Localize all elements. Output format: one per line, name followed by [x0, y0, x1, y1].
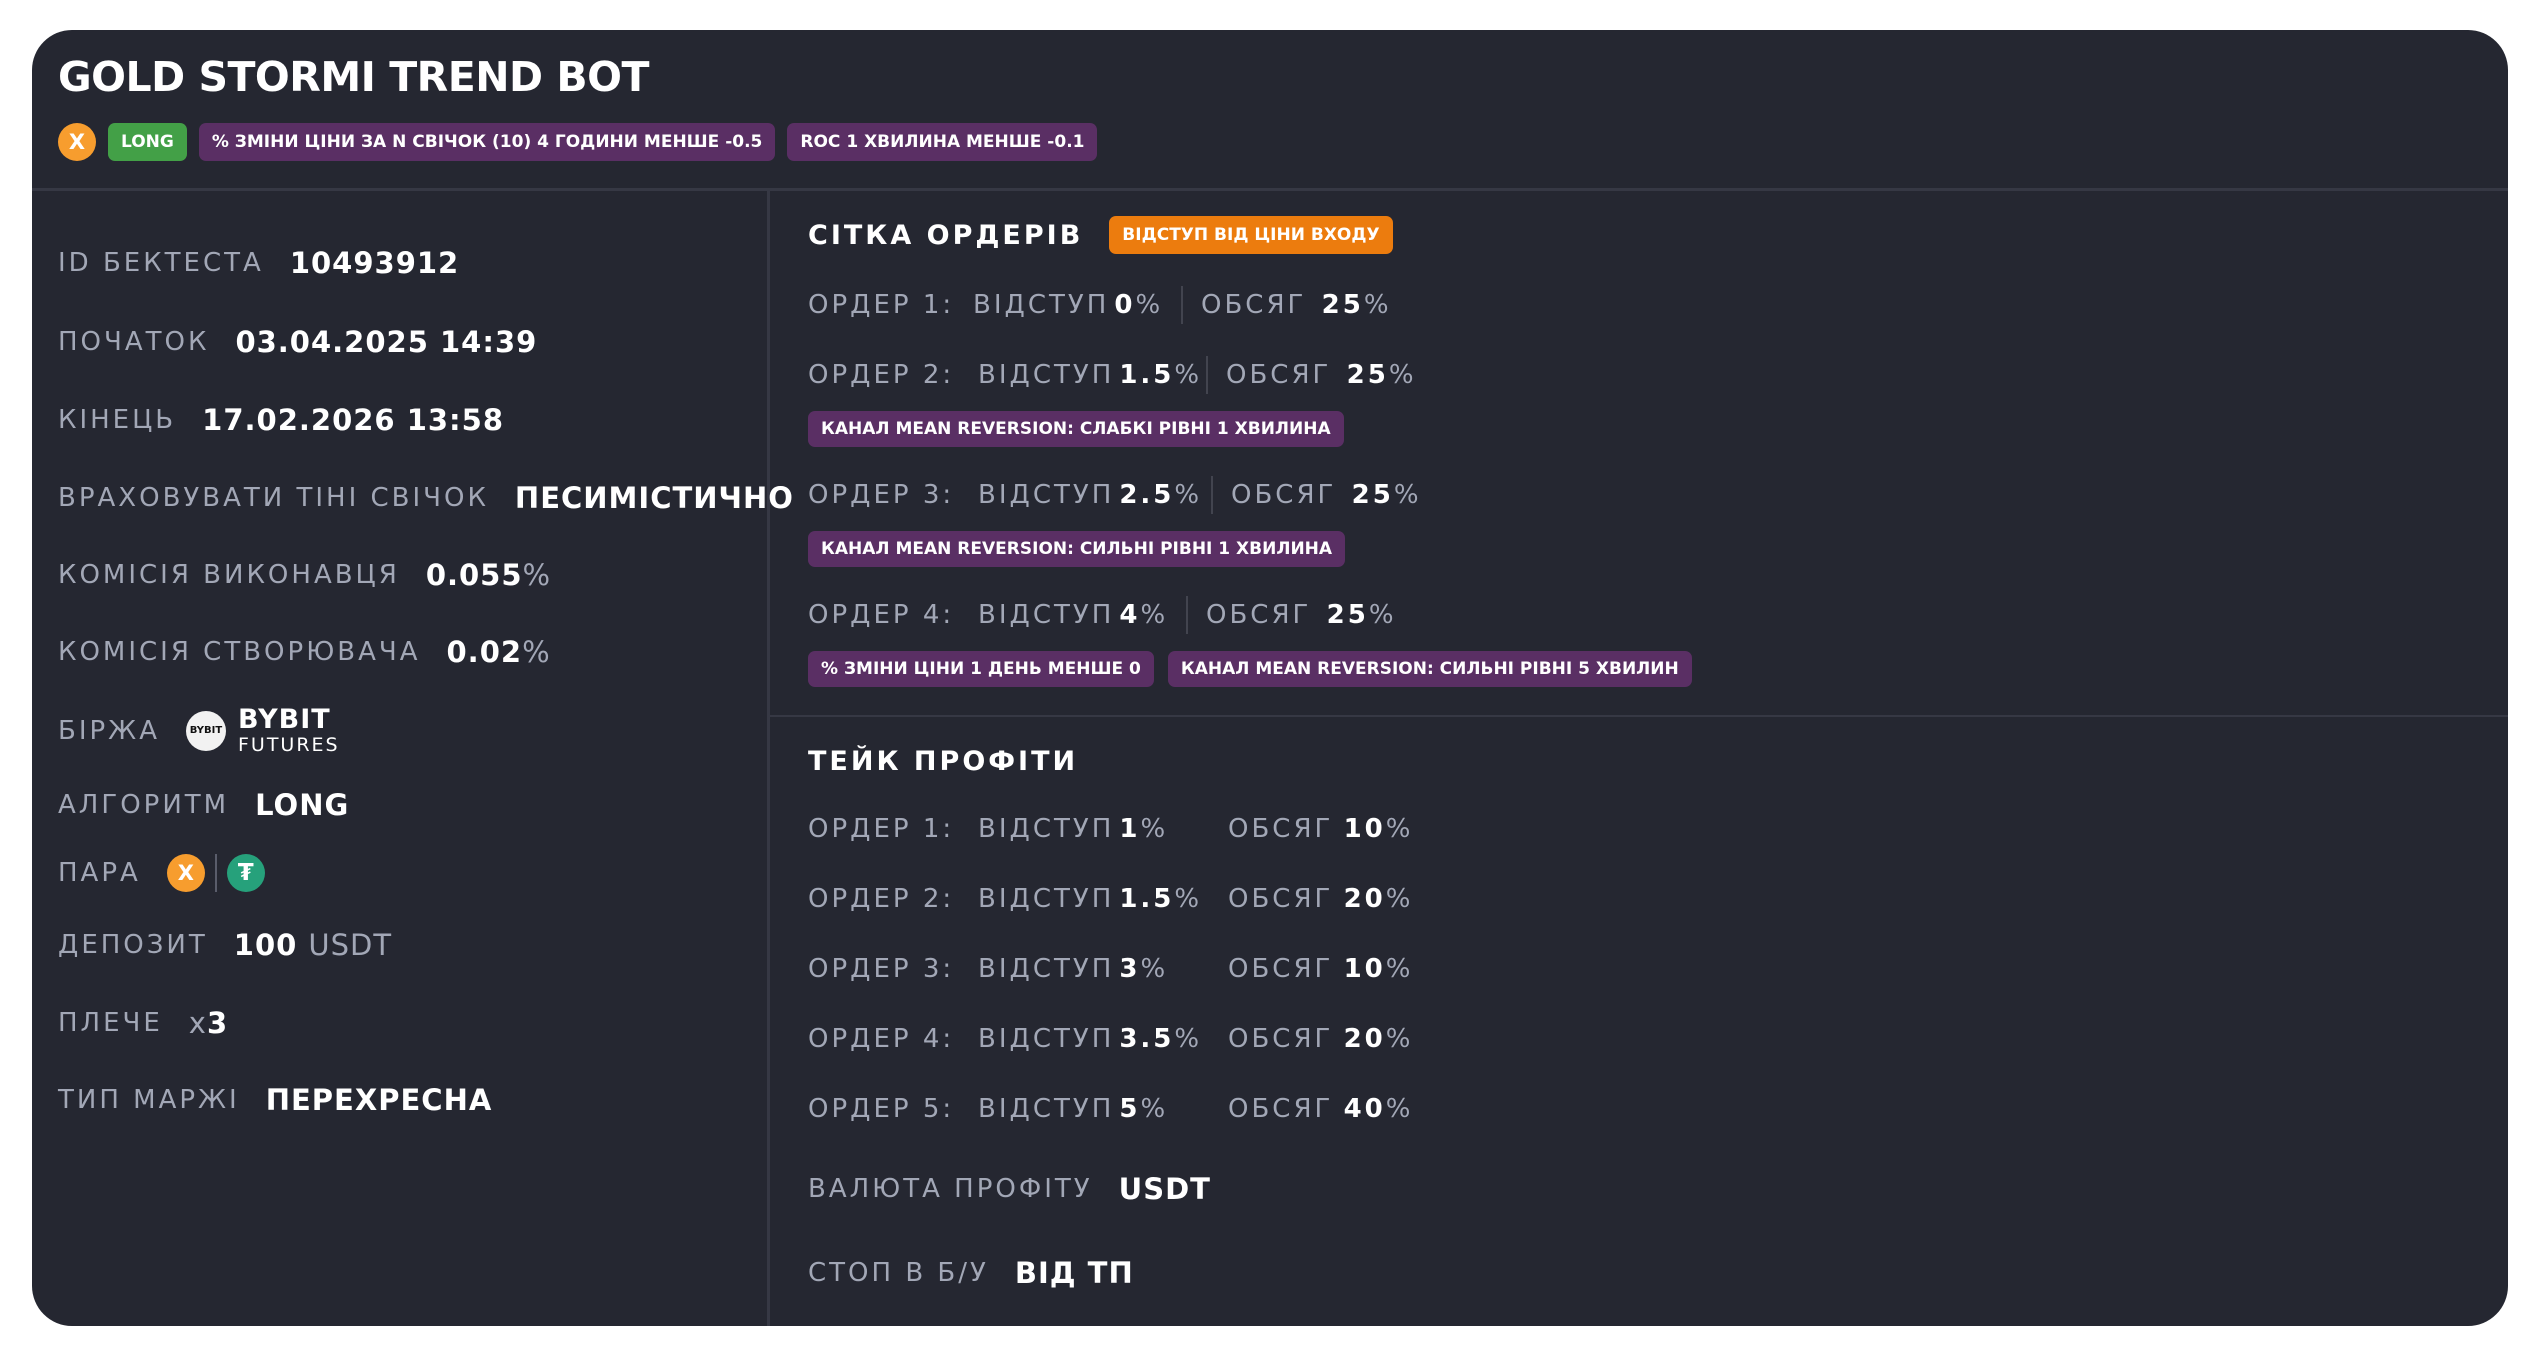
detail-value: LONG	[255, 788, 350, 822]
detail-label: ДЕПОЗИТ	[58, 930, 208, 960]
detail-deposit: ДЕПОЗИТ 100 USDT	[58, 928, 392, 962]
detail-leverage: ПЛЕЧЕ x3	[58, 1006, 228, 1040]
exchange-type: FUTURES	[237, 734, 340, 756]
detail-label: АЛГОРИТМ	[58, 790, 230, 820]
detail-label: ID БЕКТЕСТА	[58, 248, 264, 278]
detail-value: 10493912	[289, 246, 460, 280]
detail-pair: ПАРА X ₮	[58, 854, 265, 892]
grid-order-row: ОРДЕР 2: ВІДСТУП 1.5% ОБСЯГ 25%	[808, 356, 1417, 394]
detail-label: ПЛЕЧЕ	[58, 1008, 163, 1038]
tp-order-row: ОРДЕР 3: ВІДСТУП 3% ОБСЯГ 10%	[808, 954, 1414, 984]
column-divider	[767, 191, 770, 1326]
detail-label: КІНЕЦЬ	[58, 405, 177, 435]
detail-value: ВІД ТП	[1014, 1256, 1134, 1290]
grid-order-row: ОРДЕР 1: ВІДСТУП 0% ОБСЯГ 25%	[808, 286, 1392, 324]
tether-icon: ₮	[226, 854, 265, 892]
detail-value: ПЕРЕХРЕСНА	[265, 1083, 493, 1117]
detail-label: ВАЛЮТА ПРОФІТУ	[808, 1174, 1093, 1204]
condition-tag: КАНАЛ MEAN REVERSION: СИЛЬНІ РІВНІ 5 ХВИ…	[1167, 651, 1692, 687]
detail-value: ПЕСИМІСТИЧНО	[514, 481, 794, 515]
detail-value: USDT	[1118, 1172, 1211, 1206]
take-profit-section-header: ТЕЙК ПРОФІТИ	[808, 746, 1078, 777]
detail-exchange: БІРЖА BYBIT BYBIT FUTURES	[58, 706, 340, 755]
breakeven-row: СТОП В Б/У ВІД ТП	[808, 1256, 1134, 1290]
detail-shadows: ВРАХОВУВАТИ ТІНІ СВІЧОК ПЕСИМІСТИЧНО	[58, 481, 794, 515]
detail-margin-type: ТИП МАРЖІ ПЕРЕХРЕСНА	[58, 1083, 492, 1117]
card-header: GOLD STORMI TREND BOT X LONG % ЗМІНИ ЦІН…	[32, 30, 2508, 191]
pair-icons: X ₮	[166, 854, 265, 892]
backtest-card: GOLD STORMI TREND BOT X LONG % ЗМІНИ ЦІН…	[32, 30, 2508, 1326]
exchange-badge: BYBIT BYBIT FUTURES	[185, 704, 340, 756]
grid-title: СІТКА ОРДЕРІВ	[808, 219, 1084, 251]
detail-value: 03.04.2025 14:39	[235, 325, 538, 359]
detail-label: БІРЖА	[58, 715, 160, 746]
detail-label: ПАРА	[58, 858, 141, 888]
direction-tag: LONG	[108, 123, 187, 161]
detail-label: СТОП В Б/У	[808, 1258, 989, 1288]
grid-order-tags: КАНАЛ MEAN REVERSION: СЛАБКІ РІВНІ 1 ХВИ…	[808, 411, 1344, 447]
tp-order-row: ОРДЕР 4: ВІДСТУП 3.5% ОБСЯГ 20%	[808, 1024, 1414, 1054]
condition-tag: КАНАЛ MEAN REVERSION: СИЛЬНІ РІВНІ 1 ХВИ…	[808, 531, 1346, 567]
condition-tag: % ЗМІНИ ЦІНИ 1 ДЕНЬ МЕНШЕ 0	[808, 651, 1154, 687]
condition-tag: ROC 1 ХВИЛИНА МЕНШЕ -0.1	[787, 123, 1098, 161]
detail-value: 100 USDT	[233, 928, 393, 962]
detail-value: 0.055%	[425, 558, 552, 592]
tp-order-row: ОРДЕР 1: ВІДСТУП 1% ОБСЯГ 10%	[808, 814, 1414, 844]
bot-tags: X LONG % ЗМІНИ ЦІНИ ЗА N СВІЧОК (10) 4 Г…	[58, 123, 1098, 161]
profit-currency-row: ВАЛЮТА ПРОФІТУ USDT	[808, 1172, 1211, 1206]
detail-label: ПОЧАТОК	[58, 327, 210, 357]
detail-taker-fee: КОМІСІЯ ВИКОНАВЦЯ 0.055%	[58, 558, 551, 592]
detail-value: x3	[188, 1006, 229, 1040]
grid-section-header: СІТКА ОРДЕРІВ ВІДСТУП ВІД ЦІНИ ВХОДУ	[808, 216, 1393, 254]
condition-tag: КАНАЛ MEAN REVERSION: СЛАБКІ РІВНІ 1 ХВИ…	[808, 411, 1344, 447]
section-divider	[770, 715, 2508, 717]
detail-value: 0.02%	[446, 635, 551, 669]
take-profit-title: ТЕЙК ПРОФІТИ	[808, 746, 1079, 777]
bybit-logo-icon: BYBIT	[185, 710, 226, 751]
detail-algorithm: АЛГОРИТМ LONG	[58, 788, 349, 822]
tp-order-row: ОРДЕР 5: ВІДСТУП 5% ОБСЯГ 40%	[808, 1094, 1414, 1124]
detail-start: ПОЧАТОК 03.04.2025 14:39	[58, 325, 537, 359]
grid-order-row: ОРДЕР 3: ВІДСТУП 2.5% ОБСЯГ 25%	[808, 476, 1422, 514]
detail-value: 17.02.2026 13:58	[202, 403, 505, 437]
detail-label: ВРАХОВУВАТИ ТІНІ СВІЧОК	[58, 483, 489, 513]
condition-tag: % ЗМІНИ ЦІНИ ЗА N СВІЧОК (10) 4 ГОДИНИ М…	[198, 123, 776, 161]
tp-order-row: ОРДЕР 2: ВІДСТУП 1.5% ОБСЯГ 20%	[808, 884, 1414, 914]
detail-label: ТИП МАРЖІ	[58, 1085, 240, 1115]
grid-order-tags: КАНАЛ MEAN REVERSION: СИЛЬНІ РІВНІ 1 ХВИ…	[808, 531, 1346, 567]
coin-x-icon: X	[58, 123, 96, 161]
exchange-name: BYBIT	[237, 704, 331, 735]
coin-x-icon: X	[166, 854, 205, 892]
grid-order-tags: % ЗМІНИ ЦІНИ 1 ДЕНЬ МЕНШЕ 0 КАНАЛ MEAN R…	[808, 651, 1692, 687]
detail-label: КОМІСІЯ СТВОРЮВАЧА	[58, 637, 421, 667]
bot-title: GOLD STORMI TREND BOT	[58, 53, 649, 101]
detail-maker-fee: КОМІСІЯ СТВОРЮВАЧА 0.02%	[58, 635, 551, 669]
grid-order-row: ОРДЕР 4: ВІДСТУП 4% ОБСЯГ 25%	[808, 596, 1397, 634]
detail-end: КІНЕЦЬ 17.02.2026 13:58	[58, 403, 504, 437]
grid-mode-badge: ВІДСТУП ВІД ЦІНИ ВХОДУ	[1109, 216, 1393, 254]
detail-backtest-id: ID БЕКТЕСТА 10493912	[58, 246, 459, 280]
detail-label: КОМІСІЯ ВИКОНАВЦЯ	[58, 560, 400, 590]
